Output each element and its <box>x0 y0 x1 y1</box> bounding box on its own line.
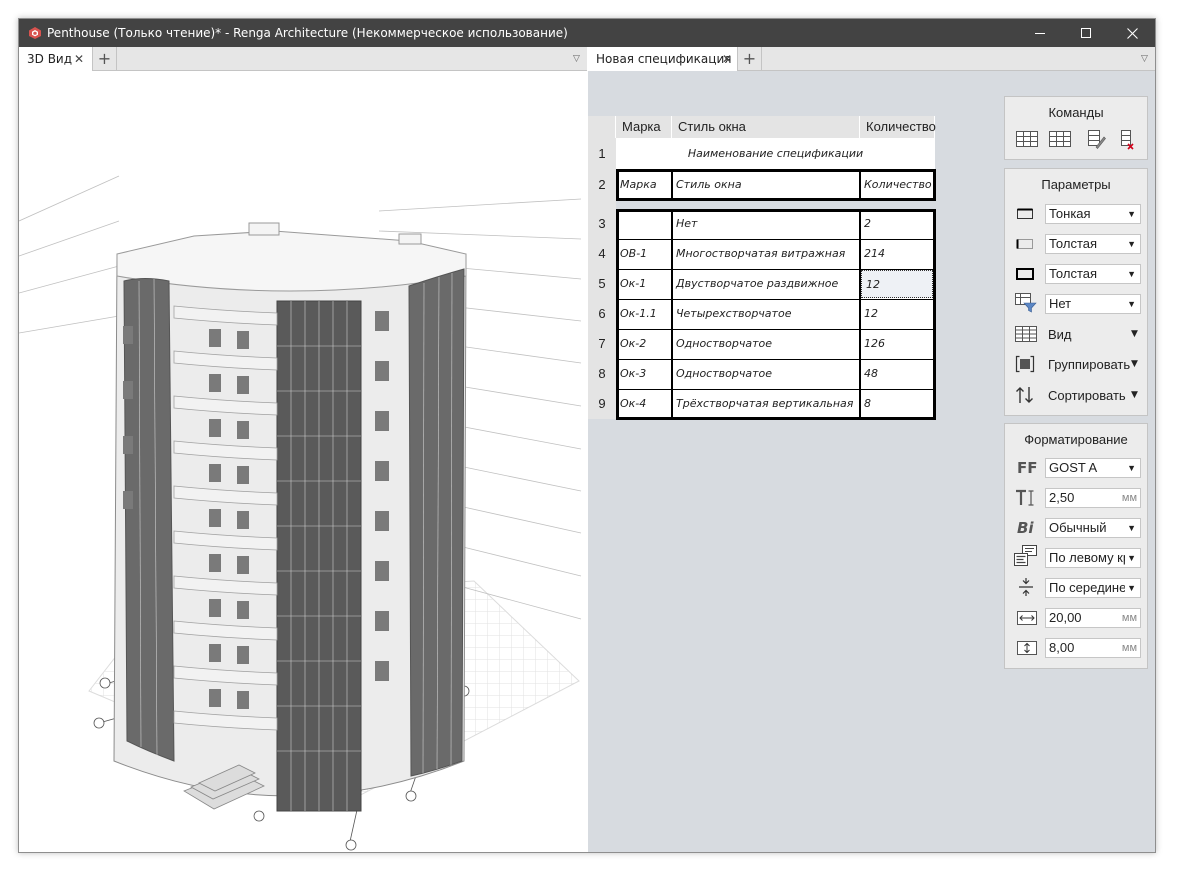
row-number[interactable]: 5 <box>588 269 616 299</box>
filter-table-icon <box>1015 293 1037 313</box>
right-tab-bar: Новая спецификация ✕ + ▽ <box>588 47 1155 71</box>
chevron-down-icon: ▼ <box>1125 549 1136 567</box>
group-icon <box>1015 355 1035 373</box>
cell-height-icon <box>1017 641 1037 655</box>
formatting-panel-title: Форматирование <box>1024 432 1128 447</box>
chevron-down-icon: ▼ <box>1125 579 1136 597</box>
app-window: Penthouse (Только чтение)* - Renga Archi… <box>18 18 1156 853</box>
row-divider <box>616 389 936 390</box>
header-border-icon <box>1016 268 1034 280</box>
insert-row-below-icon[interactable] <box>1049 131 1071 147</box>
plus-icon[interactable]: + <box>738 47 762 71</box>
row-number[interactable]: 2 <box>588 169 616 200</box>
row-number[interactable]: 4 <box>588 239 616 269</box>
font-size-icon <box>1016 489 1034 506</box>
3d-viewport[interactable] <box>19 71 587 852</box>
vertical-align-dropdown[interactable]: По середине ▼ <box>1045 578 1141 598</box>
cell-width-icon <box>1017 611 1037 625</box>
commands-panel-title: Команды <box>1048 105 1104 120</box>
edit-table-icon[interactable] <box>1088 130 1106 150</box>
tab-label: Новая спецификация <box>596 52 732 66</box>
column-header-mark[interactable]: Марка <box>616 116 672 138</box>
row-number[interactable]: 6 <box>588 299 616 329</box>
font-size-input[interactable]: 2,50 мм <box>1045 488 1141 508</box>
sort-icon <box>1016 387 1033 403</box>
close-icon <box>1126 27 1138 39</box>
row-number[interactable]: 3 <box>588 209 616 239</box>
view-grid-icon <box>1015 326 1037 342</box>
row-divider <box>616 329 936 330</box>
chevron-down-icon: ▼ <box>1125 459 1136 477</box>
maximize-button[interactable] <box>1063 19 1109 47</box>
chevron-down-icon[interactable]: ▼ <box>1131 329 1138 339</box>
renga-logo-icon <box>29 27 41 39</box>
chevron-down-icon: ▼ <box>1125 235 1136 253</box>
vertical-align-icon <box>1019 578 1033 596</box>
maximize-icon <box>1081 28 1091 38</box>
sort-menu-label[interactable]: Сортировать <box>1048 388 1126 403</box>
corner-cell[interactable] <box>588 116 616 138</box>
chevron-down-icon: ▼ <box>1125 265 1136 283</box>
horizontal-align-dropdown[interactable]: По левому кр ▼ <box>1045 548 1141 568</box>
font-family-dropdown[interactable]: GOST A ▼ <box>1045 458 1141 478</box>
parameters-panel: Параметры Тонкая ▼ Толстая ▼ Толстая ▼ Н… <box>1004 168 1148 416</box>
tab-label: 3D Вид <box>27 52 73 66</box>
commands-panel: Команды <box>1004 96 1148 160</box>
column-header-quantity[interactable]: Количество <box>860 116 936 138</box>
header-divider <box>671 169 673 201</box>
row-divider <box>616 359 936 360</box>
font-style-dropdown[interactable]: Обычный ▼ <box>1045 518 1141 538</box>
delete-row-icon[interactable] <box>1121 130 1135 150</box>
left-tab-bar: 3D Вид ✕ + ▽ <box>19 47 587 71</box>
row-number[interactable]: 1 <box>588 138 616 169</box>
column-header-style[interactable]: Стиль окна <box>672 116 860 138</box>
tab-new-specification[interactable]: Новая спецификация <box>588 47 738 71</box>
header-line-dropdown[interactable]: Толстая ▼ <box>1045 264 1141 284</box>
row-number[interactable]: 8 <box>588 359 616 389</box>
chevron-down-icon: ▼ <box>1125 295 1136 313</box>
cell-height-input[interactable]: 8,00 мм <box>1045 638 1141 658</box>
row-number[interactable]: 9 <box>588 389 616 419</box>
row-divider <box>616 269 936 270</box>
close-window-button[interactable] <box>1109 19 1155 47</box>
row-divider <box>616 299 936 300</box>
minimize-icon <box>1035 33 1045 34</box>
formatting-panel: Форматирование FF GOST A ▼ 2,50 мм Bi Обыч… <box>1004 423 1148 669</box>
plus-icon[interactable]: + <box>93 47 117 71</box>
row-number-spacer <box>588 200 616 209</box>
outer-line-dropdown[interactable]: Тонкая ▼ <box>1045 204 1141 224</box>
chevron-down-icon: ▼ <box>1125 205 1136 223</box>
outer-border-icon <box>1017 208 1033 219</box>
row-divider <box>616 239 936 240</box>
title-bar: Penthouse (Только чтение)* - Renga Archi… <box>19 19 1155 47</box>
header-row-border <box>616 169 936 201</box>
close-tab-icon[interactable]: ✕ <box>74 47 84 71</box>
font-family-icon: FF <box>1017 459 1038 477</box>
font-style-icon: Bi <box>1017 519 1034 537</box>
inner-border-icon <box>1016 239 1033 249</box>
minimize-button[interactable] <box>1017 19 1063 47</box>
view-menu-label[interactable]: Вид <box>1048 327 1072 342</box>
triangle-down-icon[interactable]: ▽ <box>573 47 580 71</box>
chevron-down-icon: ▼ <box>1125 519 1136 537</box>
chevron-down-icon[interactable]: ▼ <box>1131 390 1138 400</box>
specification-pane: Новая спецификация ✕ + ▽ Марка Стиль окн… <box>588 47 1155 852</box>
inner-line-dropdown[interactable]: Толстая ▼ <box>1045 234 1141 254</box>
horizontal-align-icon <box>1014 545 1037 566</box>
filter-dropdown[interactable]: Нет ▼ <box>1045 294 1141 314</box>
specification-title-cell[interactable]: Наименование спецификации <box>616 138 935 169</box>
row-number[interactable]: 7 <box>588 329 616 359</box>
cell-width-input[interactable]: 20,00 мм <box>1045 608 1141 628</box>
chevron-down-icon[interactable]: ▼ <box>1131 359 1138 369</box>
header-divider <box>859 169 861 201</box>
insert-row-above-icon[interactable] <box>1016 131 1038 147</box>
parameters-panel-title: Параметры <box>1041 177 1111 192</box>
triangle-down-icon[interactable]: ▽ <box>1141 47 1148 71</box>
close-tab-icon[interactable]: ✕ <box>722 47 732 71</box>
group-menu-label[interactable]: Группировать <box>1048 357 1130 372</box>
building-3d-model <box>19 175 582 851</box>
window-title: Penthouse (Только чтение)* - Renga Archi… <box>47 26 568 40</box>
3d-view-pane: 3D Вид ✕ + ▽ <box>19 47 587 852</box>
